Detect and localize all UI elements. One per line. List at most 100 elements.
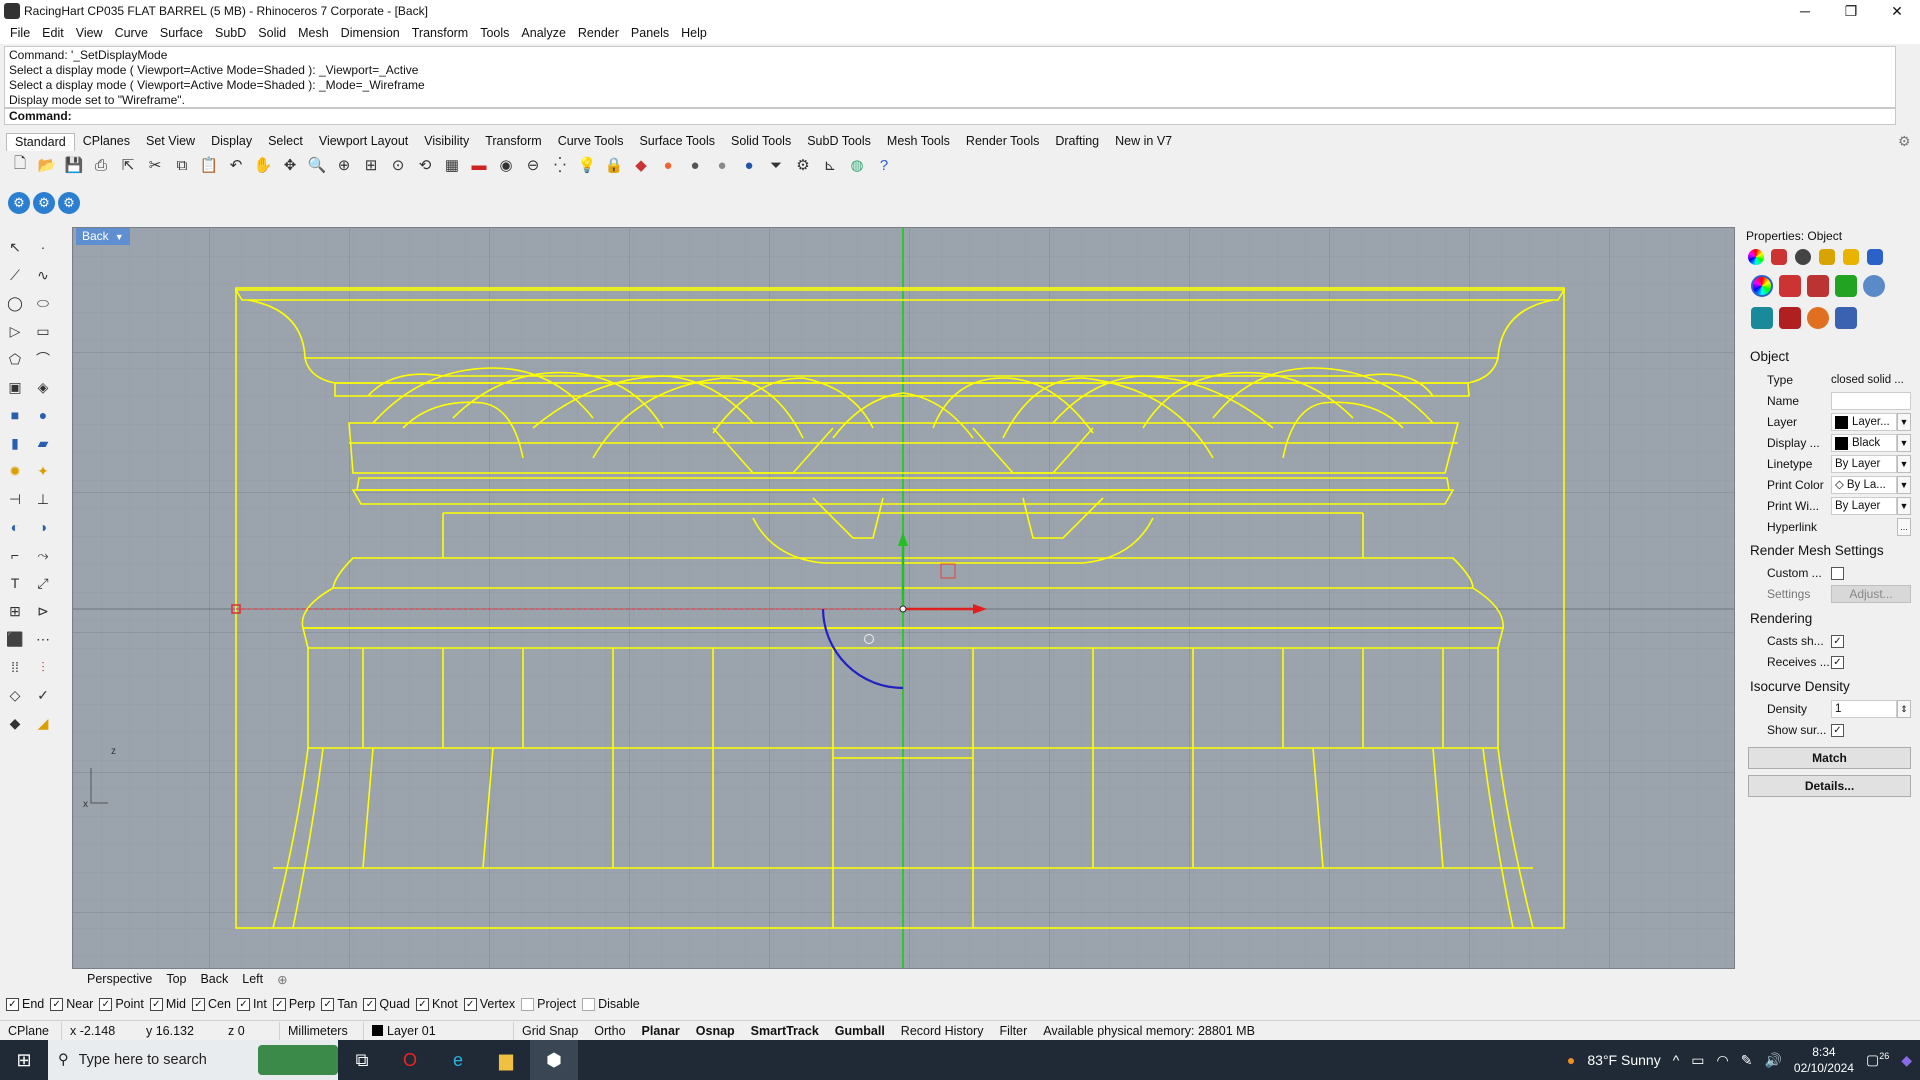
osnap-cen[interactable]: ✓ Cen xyxy=(192,997,231,1011)
spotlight-icon[interactable]: ✦ xyxy=(30,458,56,484)
cylinder-icon[interactable]: ▮ xyxy=(2,430,28,456)
dimension-icon[interactable]: ⊾ xyxy=(818,153,842,177)
light-icon[interactable]: ✹ xyxy=(2,458,28,484)
print-color-select[interactable]: ◇ By La... xyxy=(1831,476,1897,494)
text-icon[interactable]: T xyxy=(2,570,28,596)
material-props-icon[interactable] xyxy=(1771,249,1787,265)
polygon-icon[interactable]: ▷ xyxy=(2,318,28,344)
help-icon[interactable]: ? xyxy=(872,153,896,177)
grid-snap-toggle[interactable]: Grid Snap xyxy=(514,1022,586,1040)
gumball-toggle[interactable]: Gumball xyxy=(827,1022,893,1040)
linetype-value[interactable]: By Layer xyxy=(1831,455,1897,473)
print-icon[interactable]: ⎙ xyxy=(89,153,113,177)
sun-icon[interactable] xyxy=(1807,307,1829,329)
menu-panels[interactable]: Panels xyxy=(625,26,675,40)
task-view-icon[interactable]: ⧉ xyxy=(338,1040,386,1080)
menu-surface[interactable]: Surface xyxy=(154,26,209,40)
circle-icon[interactable]: ◯ xyxy=(2,290,28,316)
osnap-point-checkbox[interactable]: ✓ xyxy=(99,997,113,1011)
print-width-value[interactable]: By Layer xyxy=(1831,497,1897,515)
pen-icon[interactable]: ✎ xyxy=(1741,1052,1753,1069)
filter-toggle[interactable]: Filter xyxy=(991,1022,1035,1040)
osnap-cen-checkbox[interactable]: ✓ xyxy=(192,997,205,1011)
current-layer[interactable]: Layer 01 xyxy=(364,1021,514,1040)
render-sphere-icon[interactable]: ● xyxy=(737,153,761,177)
tab-viewport-layout[interactable]: Viewport Layout xyxy=(311,133,416,151)
ortho-toggle[interactable]: Ortho xyxy=(586,1022,633,1040)
osnap-end[interactable]: ✓ End xyxy=(6,997,44,1011)
tab-mesh-tools[interactable]: Mesh Tools xyxy=(879,133,958,151)
pan-hand-icon[interactable]: ✋ xyxy=(251,153,275,177)
tab-cplanes[interactable]: CPlanes xyxy=(75,133,138,151)
texture-props-icon[interactable] xyxy=(1819,249,1835,265)
density-stepper[interactable]: ⇕ xyxy=(1897,700,1911,718)
osnap-disable[interactable]: Disable xyxy=(582,997,640,1011)
tab-left[interactable]: Left xyxy=(235,972,270,987)
light-bulb-icon[interactable]: 💡 xyxy=(575,153,599,177)
osnap-tan-checkbox[interactable]: ✓ xyxy=(321,997,335,1011)
chevron-down-icon[interactable]: ▼ xyxy=(1897,497,1911,515)
mesh-props-icon[interactable] xyxy=(1751,307,1773,329)
shadow-icon[interactable] xyxy=(1835,275,1857,297)
tab-transform[interactable]: Transform xyxy=(477,133,550,151)
smarttrack-icon[interactable]: ⚙ xyxy=(8,192,30,214)
loft-icon[interactable]: ◈ xyxy=(30,374,56,400)
zoom-selected-icon[interactable]: ⊙ xyxy=(386,153,410,177)
edge-icon[interactable]: e xyxy=(434,1040,482,1080)
align-icon[interactable]: ⫶ xyxy=(30,654,56,680)
osnap-vertex-checkbox[interactable]: ✓ xyxy=(463,997,477,1011)
osnap-tan[interactable]: ✓ Tan xyxy=(321,997,357,1011)
select-arrow-icon[interactable]: ↖ xyxy=(2,234,28,260)
folder-icon[interactable] xyxy=(1843,249,1859,265)
menu-transform[interactable]: Transform xyxy=(406,26,475,40)
color-props-icon[interactable] xyxy=(1751,275,1773,297)
point-icon[interactable]: · xyxy=(30,234,56,260)
wifi-icon[interactable]: ◠ xyxy=(1717,1052,1729,1069)
globe-icon[interactable]: ◍ xyxy=(845,153,869,177)
tab-solid-tools[interactable]: Solid Tools xyxy=(723,133,799,151)
menu-view[interactable]: View xyxy=(70,26,109,40)
gumball-icon[interactable]: ⚙ xyxy=(33,192,55,214)
osnap-knot[interactable]: ✓ Knot xyxy=(416,997,458,1011)
menu-dimension[interactable]: Dimension xyxy=(335,26,406,40)
tab-select[interactable]: Select xyxy=(260,133,311,151)
osnap-end-checkbox[interactable]: ✓ xyxy=(6,997,19,1011)
mesh-icon[interactable]: ▰ xyxy=(30,430,56,456)
measure-icon[interactable]: ⋯ xyxy=(30,626,56,652)
tab-top[interactable]: Top xyxy=(159,972,193,987)
smarttrack-toggle[interactable]: SmartTrack xyxy=(743,1022,827,1040)
grid-snap-icon[interactable]: ⁛ xyxy=(548,153,572,177)
tab-drafting[interactable]: Drafting xyxy=(1047,133,1107,151)
ellipse-icon[interactable]: ⬭ xyxy=(30,290,56,316)
tab-back[interactable]: Back xyxy=(193,972,235,987)
restore-button[interactable]: ❐ xyxy=(1828,0,1874,22)
tab-new-in-v7[interactable]: New in V7 xyxy=(1107,133,1180,151)
show-surface-checkbox[interactable]: ✓ xyxy=(1831,723,1844,737)
osnap-project-checkbox[interactable] xyxy=(521,997,535,1011)
command-scrollbar[interactable] xyxy=(1900,46,1914,125)
add-viewport-icon[interactable]: ⊕ xyxy=(270,972,294,987)
menu-subd[interactable]: SubD xyxy=(209,26,252,40)
cplane-icon[interactable]: ⊖ xyxy=(521,153,545,177)
osnap-int[interactable]: ✓ Int xyxy=(236,997,267,1011)
wireframe-canvas[interactable] xyxy=(73,228,1735,969)
analyze-icon[interactable]: ◇ xyxy=(2,682,28,708)
edit-curve-icon[interactable] xyxy=(1779,275,1801,297)
notification-icon[interactable]: ▢26 xyxy=(1866,1051,1889,1069)
custom-mesh-checkbox[interactable] xyxy=(1831,566,1844,580)
shaded-sphere-icon[interactable]: ● xyxy=(683,153,707,177)
osnap-perp-checkbox[interactable]: ✓ xyxy=(272,997,286,1011)
osnap-mid[interactable]: ✓ Mid xyxy=(149,997,186,1011)
environment-icon[interactable] xyxy=(1863,275,1885,297)
tab-render-tools[interactable]: Render Tools xyxy=(958,133,1047,151)
tab-display[interactable]: Display xyxy=(203,133,260,151)
gumball-move-icon[interactable]: ⊣ xyxy=(2,486,28,512)
arc-icon[interactable]: ⌒ xyxy=(30,346,56,372)
clock[interactable]: 8:34 02/10/2024 xyxy=(1794,1044,1854,1076)
display-props-icon[interactable] xyxy=(1867,249,1883,265)
chevron-down-icon[interactable]: ▼ xyxy=(1897,434,1911,452)
planar-toggle[interactable]: Planar xyxy=(634,1022,688,1040)
osnap-near-checkbox[interactable]: ✓ xyxy=(50,997,64,1011)
osnap-project[interactable]: Project xyxy=(521,997,576,1011)
network-icon[interactable]: ▭ xyxy=(1691,1052,1704,1069)
